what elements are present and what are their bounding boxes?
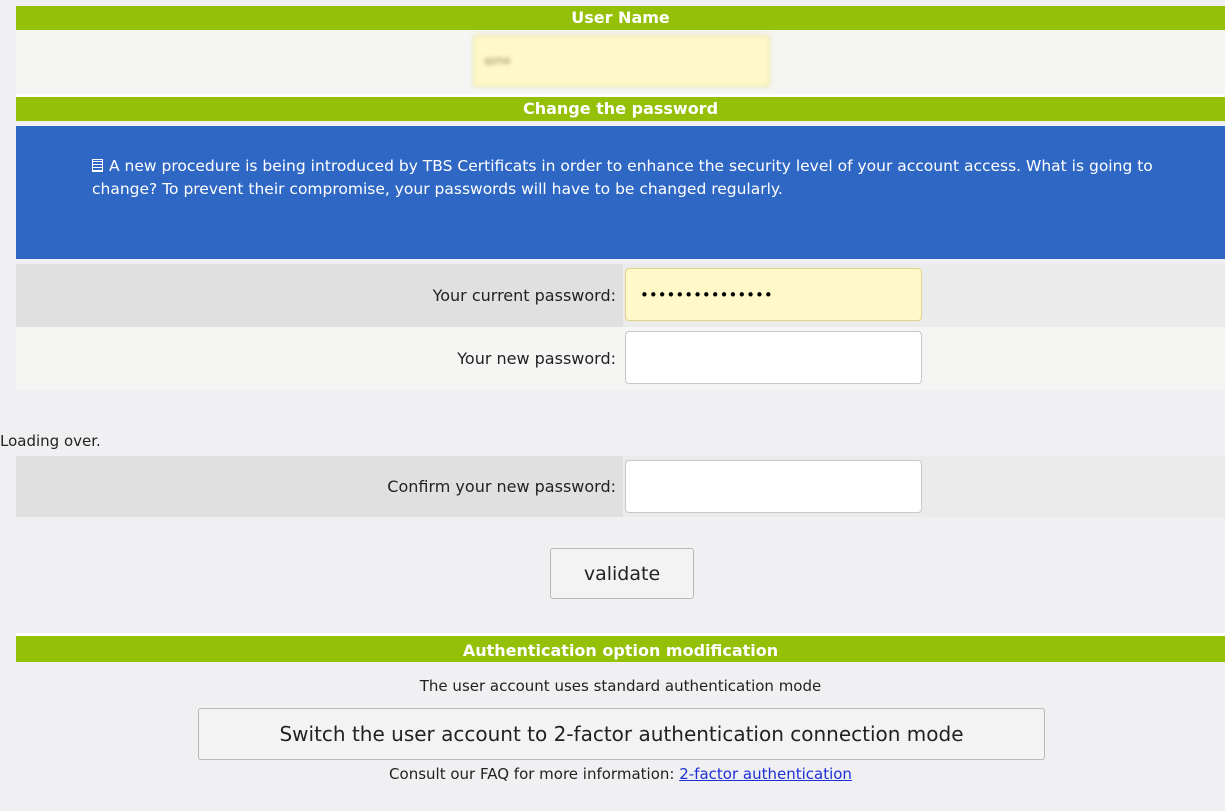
current-password-input[interactable] bbox=[625, 268, 922, 321]
confirm-password-label: Confirm your new password: bbox=[387, 477, 616, 496]
current-password-row: Your current password: bbox=[16, 264, 1225, 327]
change-password-header: Change the password bbox=[16, 94, 1225, 121]
loading-status: Loading over. bbox=[0, 432, 101, 450]
confirm-section: Confirm your new password: bbox=[16, 456, 1225, 517]
notice-text: A new procedure is being introduced by T… bbox=[92, 157, 1153, 198]
switch-2fa-button[interactable]: Switch the user account to 2-factor auth… bbox=[198, 708, 1045, 760]
account-form: User Name qzne Change the password A new… bbox=[16, 6, 1225, 390]
security-notice: A new procedure is being introduced by T… bbox=[16, 126, 1225, 259]
faq-text: Consult our FAQ for more information: bbox=[389, 765, 675, 783]
auth-option-header: Authentication option modification bbox=[16, 633, 1225, 662]
username-field[interactable]: qzne bbox=[473, 35, 770, 87]
faq-2fa-link[interactable]: 2-factor authentication bbox=[679, 765, 852, 783]
faq-line: Consult our FAQ for more information: 2-… bbox=[16, 765, 1225, 783]
user-name-row: qzne bbox=[16, 30, 1225, 94]
auth-status-text: The user account uses standard authentic… bbox=[419, 677, 822, 695]
new-password-row: Your new password: bbox=[16, 327, 1225, 390]
new-password-label: Your new password: bbox=[457, 349, 616, 368]
confirm-password-row: Confirm your new password: bbox=[16, 456, 1225, 517]
document-icon bbox=[92, 159, 103, 172]
user-name-header: User Name bbox=[16, 6, 1225, 30]
new-password-input[interactable] bbox=[625, 331, 922, 384]
current-password-label: Your current password: bbox=[432, 286, 616, 305]
validate-button[interactable]: validate bbox=[550, 548, 694, 599]
confirm-password-input[interactable] bbox=[625, 460, 922, 513]
